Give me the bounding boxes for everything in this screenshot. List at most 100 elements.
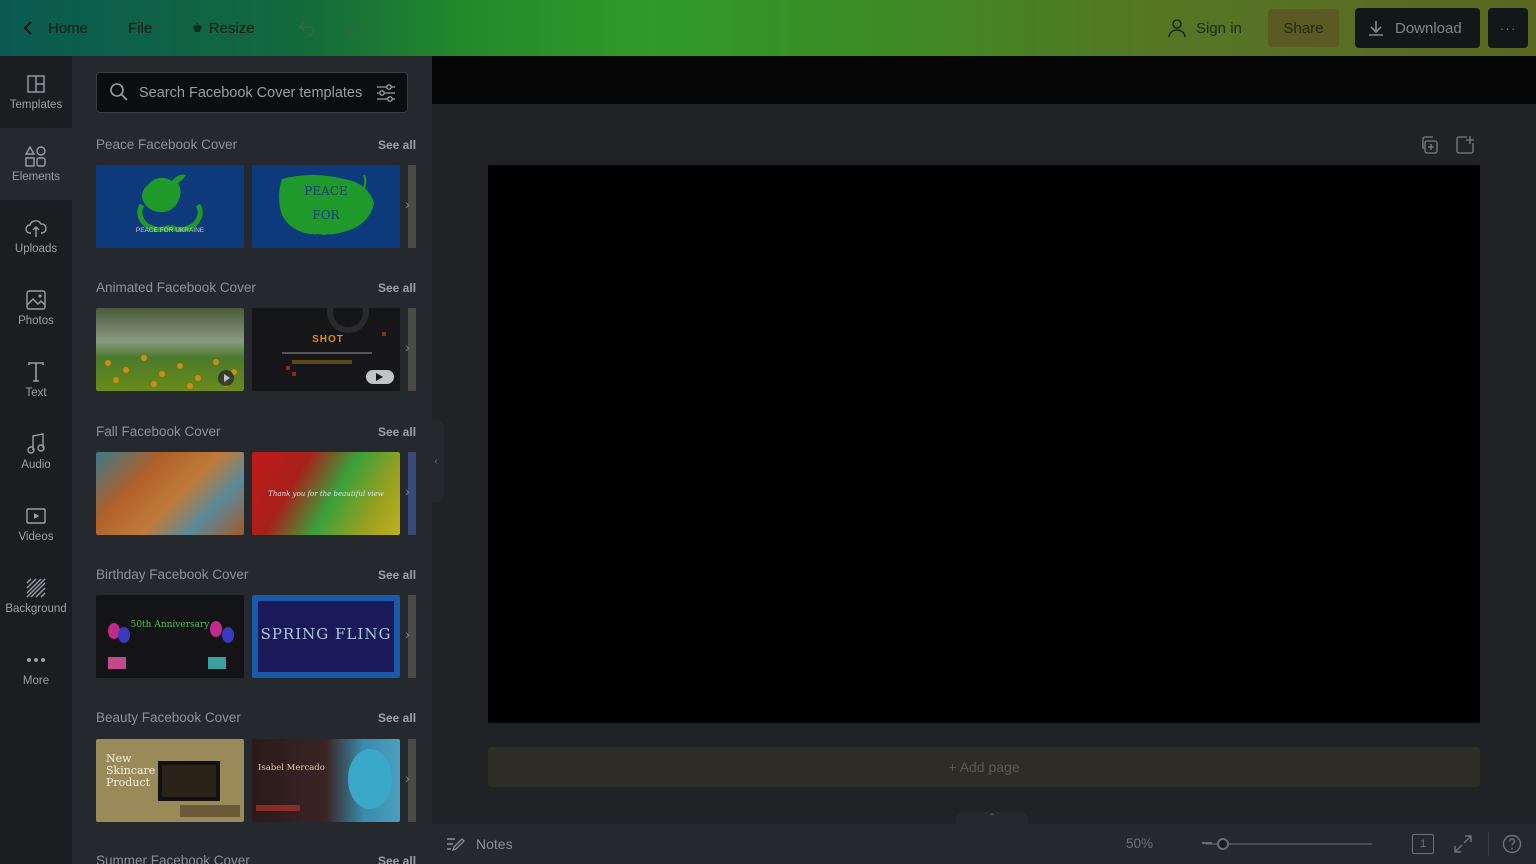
top-bar: Home File ♚ Resize Sign in Share Downloa…	[0, 0, 1536, 56]
see-all-link[interactable]: See all	[378, 425, 416, 439]
music-note-icon	[25, 433, 47, 455]
zoom-slider-handle[interactable]	[1217, 838, 1229, 850]
design-canvas[interactable]	[488, 165, 1480, 723]
filter-sliders-icon[interactable]	[375, 82, 397, 109]
rail-label: Elements	[12, 171, 60, 183]
home-button[interactable]: Home	[48, 0, 88, 56]
notes-icon	[447, 838, 465, 852]
text-icon	[25, 361, 47, 383]
video-icon	[25, 505, 47, 527]
rail-item-elements[interactable]: Elements	[0, 128, 72, 200]
section-title[interactable]: Summer Facebook Cover	[96, 853, 250, 864]
rail-item-audio[interactable]: Audio	[0, 416, 72, 488]
more-options-button[interactable]: ···	[1488, 8, 1528, 48]
search-box	[96, 72, 408, 113]
duplicate-page-icon[interactable]	[1420, 136, 1438, 159]
context-toolbar	[432, 56, 1536, 104]
elements-icon	[25, 145, 47, 167]
search-input[interactable]	[139, 81, 369, 105]
add-page-icon[interactable]	[1456, 136, 1474, 159]
rail-item-more[interactable]: More	[0, 632, 72, 704]
photo-icon	[25, 289, 47, 311]
page-actions	[1420, 136, 1474, 159]
file-menu-button[interactable]: File	[128, 0, 152, 56]
template-thumbnail[interactable]: SPRING FLING	[252, 595, 400, 678]
section-title[interactable]: Birthday Facebook Cover	[96, 567, 248, 582]
chevron-left-icon: ‹	[434, 455, 438, 467]
rail-item-background[interactable]: Background	[0, 560, 72, 632]
rail-item-uploads[interactable]: Uploads	[0, 200, 72, 272]
thumbnail-text	[96, 308, 244, 391]
templates-icon	[25, 73, 47, 95]
search-icon	[109, 82, 129, 107]
collapse-panel-handle[interactable]: ‹	[428, 420, 444, 502]
resize-label: Resize	[208, 19, 255, 37]
background-pattern-icon	[25, 577, 47, 599]
rail-item-videos[interactable]: Videos	[0, 488, 72, 560]
fullscreen-icon[interactable]	[1454, 835, 1472, 856]
see-all-link[interactable]: See all	[378, 711, 416, 725]
see-all-link[interactable]: See all	[378, 138, 416, 152]
help-icon[interactable]	[1502, 834, 1522, 857]
sign-in-button[interactable]: Sign in	[1168, 0, 1242, 56]
thumbnail-text: Isabel Mercado	[258, 763, 325, 773]
see-all-link[interactable]: See all	[378, 281, 416, 295]
add-page-button[interactable]: + Add page	[488, 747, 1480, 787]
next-chevron-icon[interactable]: ›	[405, 196, 410, 212]
template-thumbnail[interactable]: 50th Anniversary	[96, 595, 244, 678]
next-chevron-icon[interactable]: ›	[405, 339, 410, 355]
section-title[interactable]: Beauty Facebook Cover	[96, 710, 241, 725]
template-thumbnail[interactable]: Thank you for the beautiful view	[252, 452, 400, 535]
rail-item-text[interactable]: Text	[0, 344, 72, 416]
see-all-link[interactable]: See all	[378, 854, 416, 864]
download-button[interactable]: Download	[1355, 8, 1480, 48]
zoom-level[interactable]: 50%	[1126, 836, 1153, 851]
ellipsis-icon: ···	[1499, 20, 1517, 36]
download-label: Download	[1395, 19, 1462, 37]
notes-button[interactable]: Notes	[446, 824, 513, 864]
template-thumbnail[interactable]: New Skincare Product	[96, 739, 244, 822]
share-button[interactable]: Share	[1268, 9, 1339, 47]
back-chevron-icon[interactable]	[18, 0, 38, 56]
bottom-bar: Notes 50% 1	[432, 824, 1536, 864]
template-thumbnail[interactable]: PEACE FOR UKRAINE	[252, 165, 400, 248]
page-count-button[interactable]: 1	[1412, 834, 1434, 854]
zoom-out-icon[interactable]	[1202, 842, 1212, 844]
section-title[interactable]: Fall Facebook Cover	[96, 424, 221, 439]
section-title[interactable]: Animated Facebook Cover	[96, 280, 256, 295]
rail-item-photos[interactable]: Photos	[0, 272, 72, 344]
redo-button[interactable]	[344, 0, 364, 56]
rail-label: Text	[25, 387, 47, 399]
template-thumbnail[interactable]: Isabel Mercado	[252, 739, 400, 822]
rail-label: Audio	[21, 459, 51, 471]
rail-label: Background	[5, 603, 67, 615]
resize-button[interactable]: ♚ Resize	[192, 0, 255, 56]
crown-icon: ♚	[192, 21, 203, 35]
rail-label: Templates	[9, 99, 63, 111]
template-thumbnail[interactable]	[96, 452, 244, 535]
upload-cloud-icon	[25, 217, 47, 239]
template-thumbnail[interactable]: PEACE FOR UKRAINE	[96, 165, 244, 248]
rail-label: More	[22, 675, 50, 687]
template-thumbnail[interactable]	[96, 308, 244, 391]
thumbnail-text	[96, 452, 244, 535]
template-thumbnail[interactable]: SHOT	[252, 308, 400, 391]
notes-label: Notes	[476, 836, 513, 852]
next-chevron-icon[interactable]: ›	[405, 483, 410, 499]
undo-button[interactable]	[298, 0, 318, 56]
section-title[interactable]: Peace Facebook Cover	[96, 137, 237, 152]
redo-icon	[348, 22, 364, 36]
see-all-link[interactable]: See all	[378, 568, 416, 582]
divider	[1488, 832, 1489, 856]
left-rail: Templates Elements Uploads Photos Text A…	[0, 56, 72, 864]
thumbnail-text: SPRING FLING	[260, 625, 392, 643]
rail-label: Uploads	[14, 243, 58, 255]
next-chevron-icon[interactable]: ›	[405, 626, 410, 642]
sign-in-label: Sign in	[1196, 19, 1242, 37]
rail-item-templates[interactable]: Templates	[0, 56, 72, 128]
next-chevron-icon[interactable]: ›	[405, 770, 410, 786]
thumbnail-text: PEACE FOR UKRAINE	[295, 184, 357, 246]
thumbnail-text: Thank you for the beautiful view	[268, 490, 384, 498]
rail-label: Photos	[18, 315, 54, 327]
zoom-slider[interactable]	[1202, 838, 1372, 850]
